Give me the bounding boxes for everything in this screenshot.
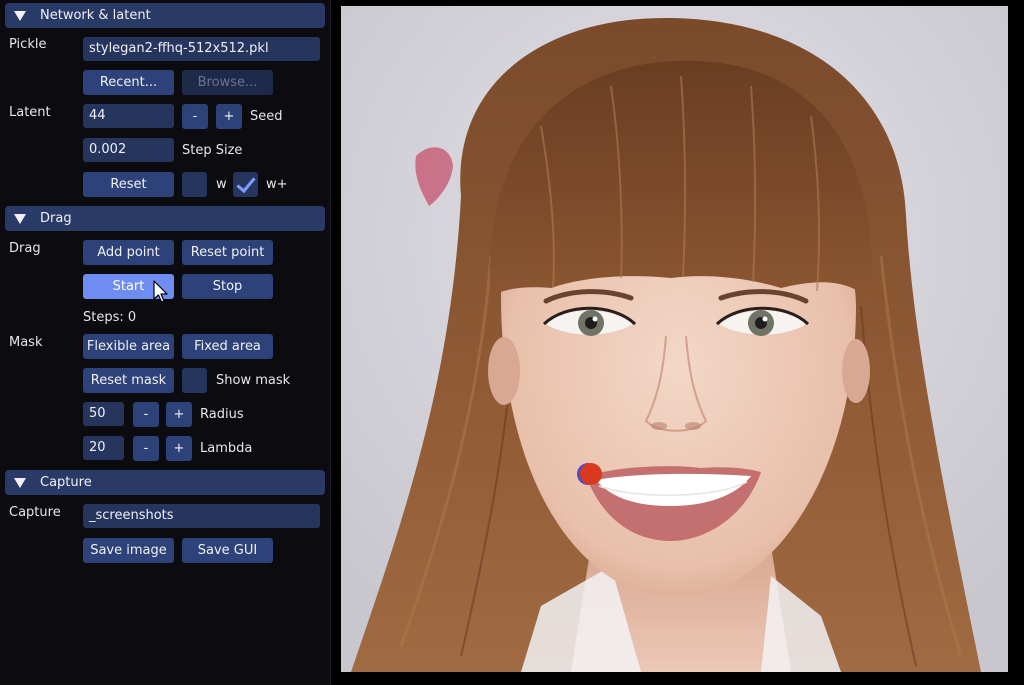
mouse-cursor-icon: [153, 280, 168, 303]
generated-face-image[interactable]: [341, 6, 1008, 672]
pickle-label: Pickle: [9, 37, 47, 52]
step-size-label: Step Size: [182, 143, 243, 158]
section-title: Capture: [40, 475, 92, 490]
radius-decrement-button[interactable]: -: [133, 402, 159, 427]
reset-latent-button[interactable]: Reset: [83, 172, 174, 197]
save-gui-button[interactable]: Save GUI: [182, 538, 273, 563]
pickle-input[interactable]: stylegan2-ffhq-512x512.pkl: [83, 37, 320, 61]
add-point-button[interactable]: Add point: [83, 240, 174, 265]
show-mask-label: Show mask: [216, 373, 291, 388]
wplus-label: w+: [266, 177, 288, 192]
lambda-decrement-button[interactable]: -: [133, 436, 159, 461]
image-viewport[interactable]: [341, 6, 1008, 672]
section-header-drag[interactable]: Drag: [5, 206, 325, 231]
section-header-network[interactable]: Network & latent: [5, 3, 325, 28]
section-header-capture[interactable]: Capture: [5, 470, 325, 495]
section-title: Network & latent: [40, 8, 151, 23]
capture-label: Capture: [9, 505, 61, 520]
seed-label: Seed: [250, 109, 283, 124]
collapse-arrow-icon: [14, 213, 26, 224]
seed-input[interactable]: 44: [83, 104, 174, 128]
fixed-area-button[interactable]: Fixed area: [182, 334, 273, 359]
flexible-area-button[interactable]: Flexible area: [83, 334, 174, 359]
radius-label: Radius: [200, 407, 244, 422]
seed-increment-button[interactable]: +: [216, 104, 242, 129]
browse-button[interactable]: Browse...: [182, 70, 273, 95]
checkmark-icon: [236, 172, 256, 194]
control-panel: Network & latent Pickle stylegan2-ffhq-5…: [0, 0, 331, 685]
lambda-input[interactable]: 20: [83, 436, 124, 460]
radius-increment-button[interactable]: +: [166, 402, 192, 427]
mask-label: Mask: [9, 335, 43, 350]
drag-target-point[interactable]: [580, 463, 602, 485]
wplus-checkbox[interactable]: [233, 172, 258, 197]
collapse-arrow-icon: [14, 477, 26, 488]
step-size-input[interactable]: 0.002: [83, 138, 174, 162]
stop-button[interactable]: Stop: [182, 274, 273, 299]
recent-button[interactable]: Recent...: [83, 70, 174, 95]
lambda-increment-button[interactable]: +: [166, 436, 192, 461]
w-checkbox[interactable]: [182, 172, 207, 197]
lambda-label: Lambda: [200, 441, 253, 456]
show-mask-checkbox[interactable]: [182, 368, 207, 393]
w-label: w: [216, 177, 227, 192]
reset-mask-button[interactable]: Reset mask: [83, 368, 174, 393]
save-image-button[interactable]: Save image: [83, 538, 174, 563]
seed-decrement-button[interactable]: -: [182, 104, 208, 129]
radius-input[interactable]: 50: [83, 402, 124, 426]
capture-dir-input[interactable]: _screenshots: [83, 504, 320, 528]
section-title: Drag: [40, 211, 72, 226]
drag-label: Drag: [9, 241, 41, 256]
reset-point-button[interactable]: Reset point: [182, 240, 273, 265]
steps-counter: Steps: 0: [83, 310, 137, 325]
collapse-arrow-icon: [14, 10, 26, 21]
latent-label: Latent: [9, 105, 51, 120]
